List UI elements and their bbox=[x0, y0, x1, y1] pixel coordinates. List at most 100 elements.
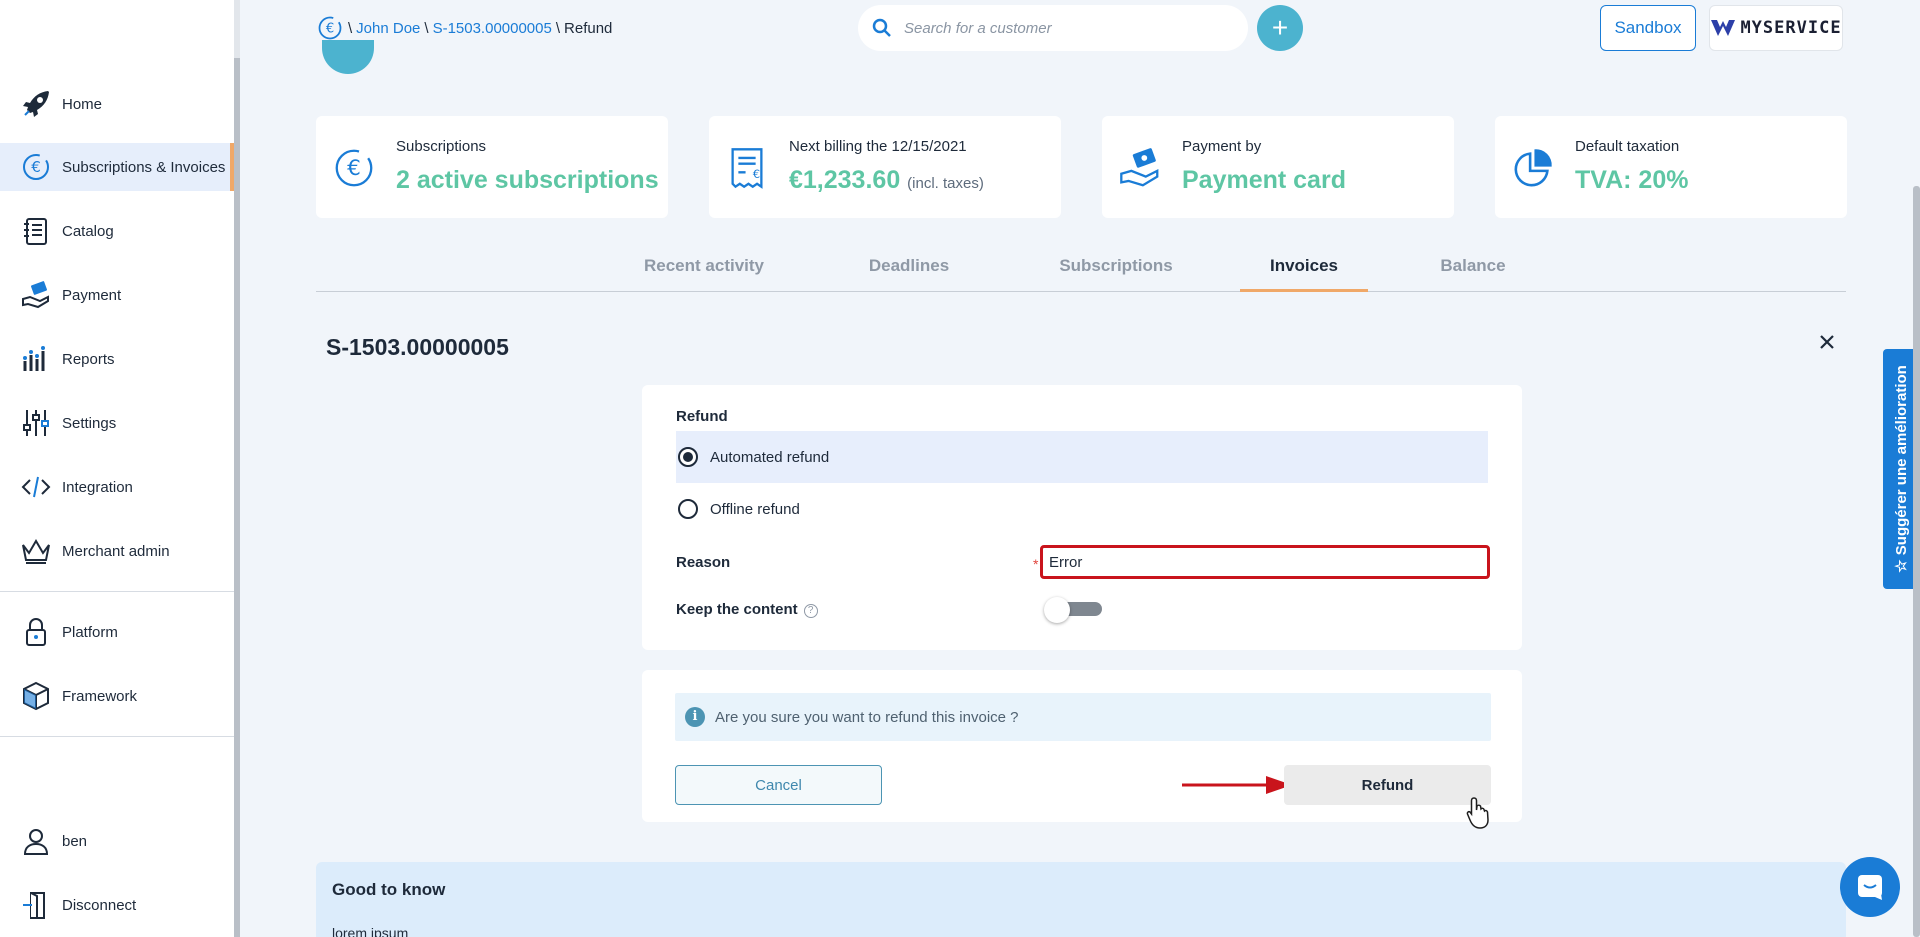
breadcrumb: € \ John Doe \ S-1503.00000005 \ Refund bbox=[316, 14, 612, 42]
breadcrumb-separator: \ bbox=[348, 19, 353, 37]
tab-balance[interactable]: Balance bbox=[1436, 256, 1510, 292]
hand-cursor-icon bbox=[1466, 797, 1489, 829]
brand-logo[interactable]: MYSERVICE bbox=[1709, 5, 1843, 51]
radio-label: Offline refund bbox=[710, 500, 800, 518]
breadcrumb-current: Refund bbox=[564, 19, 613, 37]
sidebar-item-label: Subscriptions & Invoices bbox=[62, 158, 226, 176]
stat-card-subscriptions: € Subscriptions 2 active subscriptions bbox=[316, 116, 668, 218]
sidebar-scrollbar-thumb[interactable] bbox=[234, 58, 240, 937]
chat-icon bbox=[1858, 875, 1882, 900]
tab-invoices[interactable]: Invoices bbox=[1240, 256, 1368, 292]
annotation-arrow-icon bbox=[1182, 776, 1292, 794]
tab-subscriptions[interactable]: Subscriptions bbox=[1059, 256, 1172, 292]
logo-mark-icon bbox=[1711, 20, 1736, 36]
euro-cycle-icon: € bbox=[330, 144, 378, 192]
search-input[interactable] bbox=[904, 13, 1234, 43]
card-value-sub: (incl. taxes) bbox=[907, 175, 984, 192]
sidebar-item-label: Payment bbox=[62, 286, 122, 304]
rocket-icon bbox=[20, 88, 52, 120]
sidebar-scrollbar[interactable] bbox=[234, 0, 240, 937]
reason-input[interactable] bbox=[1040, 545, 1490, 579]
tab-deadlines[interactable]: Deadlines bbox=[866, 256, 952, 292]
sidebar-item-framework[interactable]: Framework bbox=[0, 672, 234, 720]
stat-card-payment: Payment by Payment card bbox=[1102, 116, 1454, 218]
card-value: 2 active subscriptions bbox=[396, 166, 659, 195]
page-title: S-1503.00000005 bbox=[326, 334, 509, 360]
sidebar-item-label: Catalog bbox=[62, 222, 114, 240]
radio-offline-refund[interactable] bbox=[678, 499, 698, 519]
code-icon bbox=[20, 471, 52, 503]
breadcrumb-separator: \ bbox=[555, 19, 561, 37]
refund-panel: Refund Automated refund Offline refund R… bbox=[642, 385, 1522, 650]
svg-text:€: € bbox=[31, 158, 41, 176]
card-label: Subscriptions bbox=[396, 138, 487, 155]
good-to-know-body: lorem ipsum bbox=[332, 925, 409, 937]
option-offline-refund[interactable]: Offline refund bbox=[676, 483, 1488, 535]
sidebar-item-label: Reports bbox=[62, 350, 115, 368]
sidebar-divider bbox=[0, 591, 234, 592]
sidebar-item-label: Framework bbox=[62, 687, 138, 705]
close-icon[interactable] bbox=[1815, 330, 1839, 354]
sidebar-item-label: Settings bbox=[62, 414, 117, 432]
sidebar-item-integration[interactable]: Integration bbox=[0, 463, 234, 511]
sidebar-item-user[interactable]: ben bbox=[0, 817, 234, 865]
required-marker: * bbox=[1033, 556, 1039, 572]
bar-chart-icon bbox=[20, 343, 52, 375]
sidebar-item-subscriptions-invoices[interactable]: € Subscriptions & Invoices bbox=[0, 143, 234, 191]
refund-button[interactable]: Refund bbox=[1284, 765, 1491, 805]
sidebar-item-platform[interactable]: Platform bbox=[0, 608, 234, 656]
confirm-message: i Are you sure you want to refund this i… bbox=[675, 693, 1491, 741]
search-icon bbox=[872, 18, 891, 37]
crown-icon bbox=[20, 535, 52, 567]
sidebar-item-home[interactable]: Home bbox=[0, 80, 234, 128]
help-icon[interactable]: ? bbox=[803, 604, 818, 618]
sidebar-item-catalog[interactable]: Catalog bbox=[0, 207, 234, 255]
sidebar-item-merchant-admin[interactable]: Merchant admin bbox=[0, 527, 234, 575]
add-button[interactable]: + bbox=[1257, 5, 1303, 51]
good-to-know-title: Good to know bbox=[332, 880, 446, 899]
reason-label: Reason bbox=[676, 554, 731, 571]
tab-recent-activity[interactable]: Recent activity bbox=[642, 256, 766, 292]
sidebar-divider bbox=[0, 736, 234, 737]
sidebar-item-label: ben bbox=[62, 832, 88, 850]
breadcrumb-separator: \ bbox=[424, 19, 429, 37]
breadcrumb-subscription[interactable]: S-1503.00000005 bbox=[433, 20, 552, 37]
feedback-text: Suggérer une amélioration bbox=[1893, 365, 1910, 556]
breadcrumb-customer[interactable]: John Doe bbox=[356, 20, 420, 37]
radio-automated-refund[interactable] bbox=[678, 447, 698, 467]
card-value-text: Payment card bbox=[1182, 166, 1346, 194]
sidebar-item-disconnect[interactable]: Disconnect bbox=[0, 881, 234, 929]
sidebar: Home € Subscriptions & Invoices Catalog … bbox=[0, 0, 234, 937]
customer-avatar bbox=[322, 40, 374, 74]
sidebar-item-settings[interactable]: Settings bbox=[0, 399, 234, 447]
door-icon bbox=[20, 889, 52, 921]
sidebar-item-reports[interactable]: Reports bbox=[0, 335, 234, 383]
hand-money-icon bbox=[20, 279, 52, 311]
pie-chart-icon bbox=[1509, 144, 1557, 192]
sandbox-button[interactable]: Sandbox bbox=[1600, 5, 1696, 51]
notebook-icon bbox=[20, 215, 52, 247]
card-value: TVA: 20% bbox=[1575, 166, 1688, 195]
keep-content-label: Keep the content? bbox=[676, 601, 818, 618]
keep-content-toggle[interactable] bbox=[1044, 596, 1106, 623]
sidebar-item-label: Disconnect bbox=[62, 896, 137, 914]
sliders-icon bbox=[20, 407, 52, 439]
sidebar-item-payment[interactable]: Payment bbox=[0, 271, 234, 319]
cube-icon bbox=[20, 680, 52, 712]
info-icon: i bbox=[685, 707, 705, 727]
option-automated-refund[interactable]: Automated refund bbox=[676, 431, 1488, 483]
main-scrollbar[interactable] bbox=[1913, 186, 1920, 937]
refund-section-label: Refund bbox=[676, 408, 728, 425]
card-value-text: 2 active subscriptions bbox=[396, 166, 659, 194]
card-value: €1,233.60 (incl. taxes) bbox=[789, 166, 984, 195]
chat-button[interactable] bbox=[1840, 857, 1900, 917]
cancel-button[interactable]: Cancel bbox=[675, 765, 882, 805]
card-value: Payment card bbox=[1182, 166, 1346, 195]
card-label: Next billing the 12/15/2021 bbox=[789, 138, 967, 155]
card-label: Payment by bbox=[1182, 138, 1262, 155]
padlock-icon bbox=[20, 616, 52, 648]
stat-card-next-billing: € Next billing the 12/15/2021 €1,233.60 … bbox=[709, 116, 1061, 218]
card-label: Default taxation bbox=[1575, 138, 1680, 155]
toggle-knob bbox=[1044, 597, 1070, 623]
feedback-label: ☆ Suggérer une amélioration bbox=[1893, 365, 1910, 573]
